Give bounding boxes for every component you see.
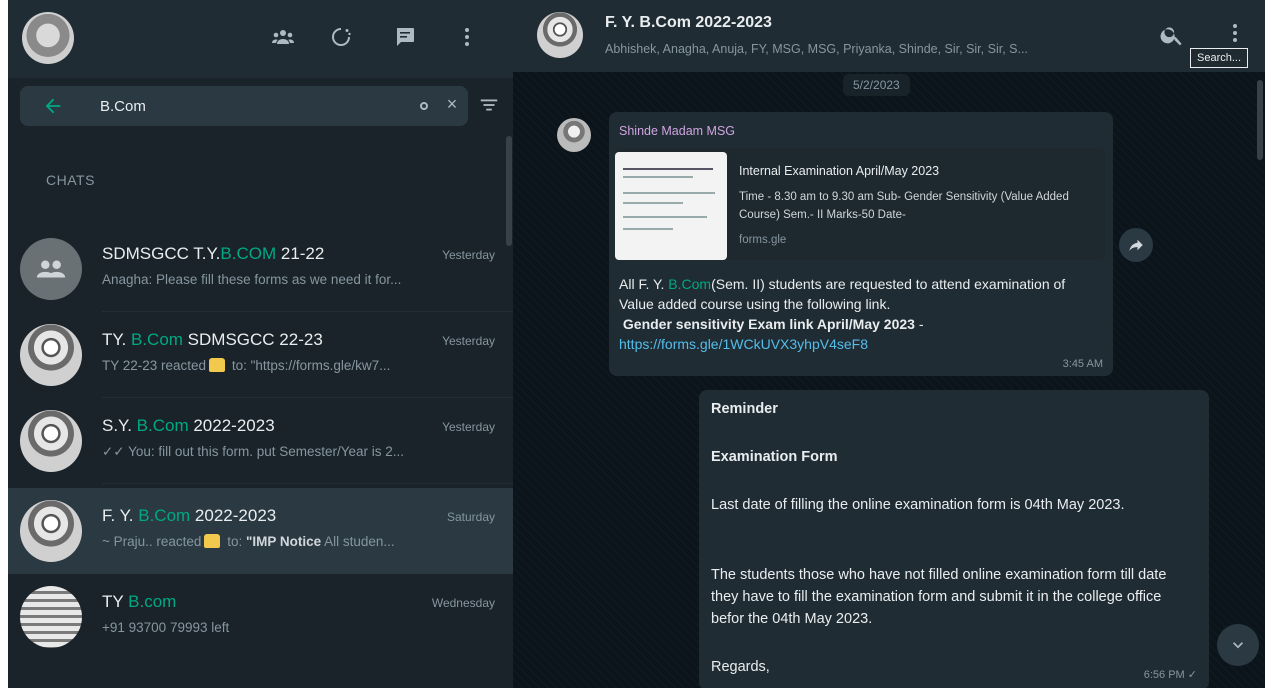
conversation-title[interactable]: F. Y. B.Com 2022-2023 bbox=[605, 14, 772, 32]
group-avatar bbox=[20, 410, 82, 472]
link-domain: forms.gle bbox=[739, 234, 787, 246]
forward-button[interactable] bbox=[1119, 228, 1153, 262]
conversation-members[interactable]: Abhishek, Anagha, Anuja, FY, MSG, MSG, P… bbox=[605, 42, 1125, 56]
link-title: Internal Examination April/May 2023 bbox=[739, 164, 940, 178]
conversation-pane: F. Y. B.Com 2022-2023 Abhishek, Anagha, … bbox=[513, 0, 1265, 688]
chat-time: Yesterday bbox=[442, 420, 495, 434]
profile-avatar[interactable] bbox=[22, 12, 74, 64]
message-subheading: Examination Form bbox=[711, 449, 838, 465]
conversation-menu-icon[interactable] bbox=[1223, 20, 1237, 46]
chat-time: Yesterday bbox=[442, 248, 495, 262]
divider bbox=[102, 483, 513, 484]
left-header bbox=[8, 0, 513, 78]
loading-icon bbox=[420, 102, 428, 110]
thumbs-up-icon bbox=[209, 358, 226, 372]
thumbs-up-icon bbox=[204, 534, 221, 548]
group-icon bbox=[36, 260, 66, 278]
section-label-chats: CHATS bbox=[46, 172, 95, 188]
message-paragraph: Last date of filling the online examinat… bbox=[711, 497, 1125, 513]
chat-preview: ✓✓ You: fill out this form. put Semester… bbox=[102, 444, 405, 459]
search-icon[interactable] bbox=[1159, 22, 1185, 48]
date-chip: 5/2/2023 bbox=[843, 74, 910, 96]
chat-list-pane: × CHATS SDMSGCC T.Y.B.COM 21-22 Yesterda… bbox=[8, 0, 513, 688]
chat-item[interactable]: S.Y. B.Com 2022-2023 Yesterday ✓✓ You: f… bbox=[8, 398, 513, 484]
app-window: × CHATS SDMSGCC T.Y.B.COM 21-22 Yesterda… bbox=[8, 0, 1265, 688]
chat-item-active[interactable]: F. Y. B.Com 2022-2023 Saturday ~ Praju..… bbox=[8, 488, 513, 574]
chat-preview: +91 93700 79993 left bbox=[102, 620, 230, 635]
link-description: Time - 8.30 am to 9.30 am Sub- Gender Se… bbox=[739, 191, 1069, 221]
chat-time: Wednesday bbox=[431, 596, 495, 610]
conversation-header[interactable]: F. Y. B.Com 2022-2023 Abhishek, Anagha, … bbox=[513, 0, 1265, 72]
group-avatar bbox=[20, 324, 82, 386]
link-preview-thumbnail bbox=[615, 152, 727, 260]
link-preview-card[interactable]: Internal Examination April/May 2023 Time… bbox=[615, 148, 1105, 260]
chat-title: SDMSGCC T.Y.B.COM 21-22 bbox=[102, 244, 325, 263]
group-avatar bbox=[20, 586, 82, 648]
status-icon[interactable] bbox=[328, 24, 354, 50]
group-avatar bbox=[20, 500, 82, 562]
message-time: 6:56 PM ✓ bbox=[1143, 669, 1197, 681]
message-link[interactable]: https://forms.gle/1WCkUVX3yhpV4seF8 bbox=[619, 336, 868, 352]
clear-search-button[interactable]: × bbox=[440, 92, 464, 116]
search-box: × bbox=[20, 86, 468, 126]
chat-title: F. Y. B.Com 2022-2023 bbox=[102, 506, 277, 525]
conversation-avatar[interactable] bbox=[537, 12, 583, 58]
forward-icon bbox=[1129, 239, 1143, 251]
back-arrow-icon[interactable] bbox=[42, 95, 64, 117]
communities-icon[interactable] bbox=[270, 24, 296, 50]
chat-item[interactable]: SDMSGCC T.Y.B.COM 21-22 Yesterday Anagha… bbox=[8, 226, 513, 312]
chat-item[interactable]: TY B.com Wednesday +91 93700 79993 left bbox=[8, 574, 513, 660]
filter-icon[interactable] bbox=[478, 94, 500, 116]
scroll-down-button[interactable] bbox=[1217, 624, 1259, 666]
message-text: All F. Y. B.Com(Sem. II) students are re… bbox=[619, 276, 1066, 352]
message-sender[interactable]: Shinde Madam MSG bbox=[619, 124, 735, 138]
message-paragraph: The students those who have not filled o… bbox=[711, 567, 1167, 627]
chat-title: S.Y. B.Com 2022-2023 bbox=[102, 416, 275, 435]
chat-title: TY. B.Com SDMSGCC 22-23 bbox=[102, 330, 323, 349]
search-tooltip: Search... bbox=[1190, 48, 1249, 68]
conversation-scrollbar[interactable] bbox=[1257, 80, 1263, 160]
chat-time: Saturday bbox=[446, 510, 495, 524]
chat-preview: ~ Praju.. reacted to: "IMP Notice All st… bbox=[102, 534, 395, 549]
chat-title: TY B.com bbox=[102, 592, 177, 611]
sender-avatar[interactable] bbox=[557, 118, 591, 152]
message-signoff: Regards, bbox=[711, 659, 770, 675]
chat-time: Yesterday bbox=[442, 334, 495, 348]
message-time: 3:45 AM bbox=[1062, 358, 1103, 370]
chat-item[interactable]: TY. B.Com SDMSGCC 22-23 Yesterday TY 22-… bbox=[8, 312, 513, 398]
chevron-down-icon bbox=[1233, 642, 1243, 649]
new-chat-icon[interactable] bbox=[392, 24, 418, 50]
group-avatar bbox=[20, 238, 82, 300]
search-row: × bbox=[8, 78, 513, 136]
outgoing-message[interactable]: Reminder Examination Form Last date of f… bbox=[699, 390, 1209, 688]
chat-preview: TY 22-23 reacted to: "https://forms.gle/… bbox=[102, 358, 391, 373]
incoming-message[interactable]: Shinde Madam MSG Internal Examination Ap… bbox=[609, 112, 1113, 376]
chat-preview: Anagha: Please fill these forms as we ne… bbox=[102, 272, 402, 287]
message-heading: Reminder bbox=[711, 401, 778, 417]
menu-icon[interactable] bbox=[454, 24, 480, 50]
search-input[interactable] bbox=[100, 92, 400, 120]
